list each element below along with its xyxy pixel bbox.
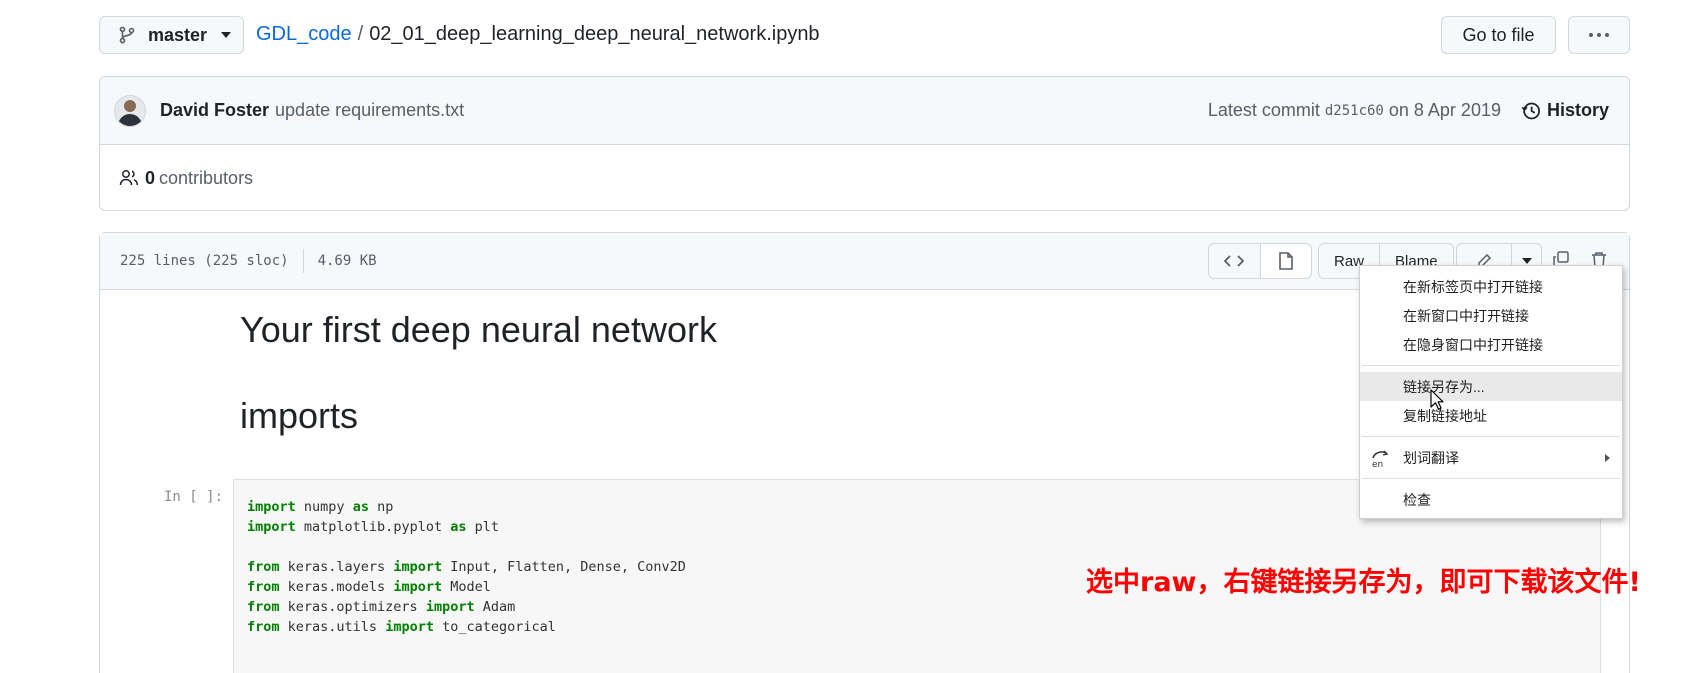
commit-box: David Foster update requirements.txt Lat… [99,76,1630,211]
menu-item-open-incognito[interactable]: 在隐身窗口中打开链接 [1360,330,1622,359]
annotation-text: 选中raw，右键链接另存为，即可下载该文件! [1086,567,1641,598]
history-link[interactable]: History [1521,100,1609,121]
history-label: History [1546,100,1609,120]
code-view-button[interactable] [1209,244,1260,278]
code-icon [1224,255,1245,267]
divider [302,249,304,273]
file-lines-info: 225 lines (225 sloc) [120,253,289,269]
svg-text:en: en [1372,460,1383,468]
contributors-count: 0 [145,167,156,188]
menu-item-open-new-tab[interactable]: 在新标签页中打开链接 [1360,272,1622,301]
file-name: 02_01_deep_learning_deep_neural_network.… [369,23,820,45]
breadcrumb: GDL_code / 02_01_deep_learning_deep_neur… [256,23,820,46]
latest-commit-info: Latest commit d251c60 on 8 Apr 2019 Hist… [1208,100,1609,121]
menu-item-inspect[interactable]: 检查 [1360,485,1622,514]
preview-view-button[interactable] [1259,244,1311,278]
code-line: from keras.utils import to_categorical [247,619,556,635]
breadcrumb-separator: / [357,23,364,45]
submenu-arrow-icon [1605,453,1610,462]
code-line: import matplotlib.pyplot as plt [247,519,499,535]
commit-message[interactable]: update requirements.txt [275,100,464,121]
menu-item-copy-link[interactable]: 复制链接地址 [1360,401,1622,430]
menu-separator [1362,365,1620,366]
file-size: 4.69 KB [317,253,377,269]
avatar-body [118,113,142,126]
view-toggle [1208,243,1312,279]
repo-link[interactable]: GDL_code [256,23,352,46]
cell-input-label: In [ ]: [164,489,224,505]
code-line: from keras.optimizers import Adam [247,599,516,615]
branch-selector-button[interactable]: master [99,16,244,54]
kebab-dot-icon [1589,33,1593,37]
menu-separator [1362,436,1620,437]
chevron-down-icon [1521,258,1532,264]
commit-header: David Foster update requirements.txt Lat… [100,77,1629,145]
avatar[interactable] [114,94,146,127]
people-icon [119,170,139,186]
git-branch-icon [119,26,135,44]
mouse-cursor-icon [1430,389,1444,410]
file-icon [1278,252,1293,270]
menu-item-save-link-as[interactable]: 链接另存为... [1360,372,1622,401]
commit-author[interactable]: David Foster [160,100,269,121]
kebab-dot-icon [1597,33,1601,37]
commit-date: on 8 Apr 2019 [1388,100,1501,120]
notebook-heading: imports [240,395,359,436]
kebab-dot-icon [1605,33,1609,37]
contributors-row[interactable]: 0 contributors [100,145,1629,210]
menu-separator [1362,478,1620,479]
commit-sha[interactable]: d251c60 [1325,103,1384,119]
avatar-head [124,99,136,112]
notebook-title: Your first deep neural network [240,309,717,350]
go-to-file-button[interactable]: Go to file [1441,16,1556,54]
more-options-button[interactable] [1568,16,1630,54]
context-menu: 在新标签页中打开链接 在新窗口中打开链接 在隐身窗口中打开链接 链接另存为...… [1359,265,1623,519]
menu-item-open-new-window[interactable]: 在新窗口中打开链接 [1360,301,1622,330]
contributors-label: contributors [159,167,254,188]
menu-item-translate[interactable]: en 划词翻译 [1360,443,1622,472]
branch-name: master [148,24,208,45]
menu-item-translate-label: 划词翻译 [1403,449,1459,466]
history-icon [1521,102,1540,119]
latest-commit-label: Latest commit [1207,100,1320,120]
translate-icon: en [1372,450,1389,468]
chevron-down-icon [221,32,232,38]
